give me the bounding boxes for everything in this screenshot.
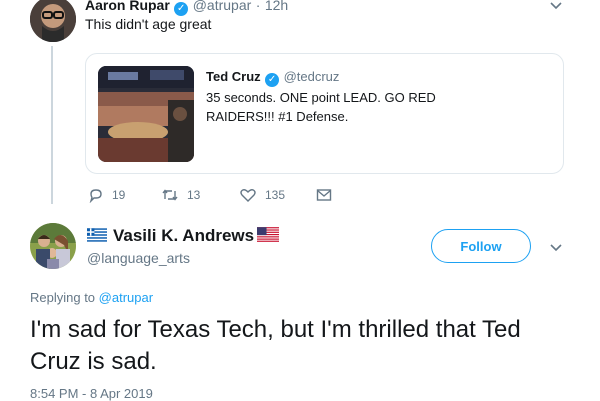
greece-flag-icon <box>87 228 107 242</box>
verified-badge-icon: ✓ <box>174 2 189 16</box>
thread-line <box>51 46 53 204</box>
tweet-text: This didn't age great <box>85 16 212 32</box>
header-separator: · <box>255 0 261 13</box>
retweet-button[interactable]: 13 <box>161 187 200 203</box>
chevron-down-icon[interactable] <box>549 0 563 17</box>
verified-badge-icon: ✓ <box>265 73 280 87</box>
author-handle[interactable]: @atrupar <box>193 0 252 13</box>
like-button[interactable]: 135 <box>239 187 285 203</box>
quoted-tweet[interactable]: Ted Cruz ✓ @tedcruz 35 seconds. ONE poin… <box>85 53 564 174</box>
quoted-tweet-text: 35 seconds. ONE point LEAD. GO RED RAIDE… <box>206 90 436 124</box>
heart-icon <box>240 189 256 202</box>
retweet-icon <box>162 189 178 201</box>
replying-to-link[interactable]: @atrupar <box>99 290 153 305</box>
retweet-count: 13 <box>187 188 201 202</box>
author-avatar[interactable] <box>30 223 76 269</box>
follow-button[interactable]: Follow <box>431 229 531 263</box>
quoted-tweet-image[interactable] <box>98 66 194 162</box>
replying-to-line: Replying to @atrupar <box>30 290 153 305</box>
replying-to-label: Replying to <box>30 290 96 305</box>
quoted-tweet-header: Ted Cruz ✓ @tedcruz <box>206 68 339 87</box>
author-name[interactable]: Vasili K. Andrews <box>113 226 254 246</box>
tweet-time[interactable]: 12h <box>265 0 288 13</box>
tweet-header: Aaron Rupar ✓ @atrupar · 12h <box>85 0 288 16</box>
reply-button[interactable]: 19 <box>88 187 125 203</box>
author-avatar[interactable] <box>30 0 76 42</box>
chevron-down-icon[interactable] <box>549 240 563 259</box>
quoted-author-name: Ted Cruz <box>206 69 261 84</box>
author-name[interactable]: Aaron Rupar <box>85 0 170 13</box>
author-handle[interactable]: @language_arts <box>87 250 190 266</box>
reply-count: 19 <box>112 188 126 202</box>
envelope-icon <box>316 189 332 201</box>
quoted-author-handle: @tedcruz <box>283 69 340 84</box>
tweet-timestamp[interactable]: 8:54 PM - 8 Apr 2019 <box>30 386 153 401</box>
reply-icon <box>89 189 102 203</box>
us-flag-icon <box>257 227 279 242</box>
direct-message-button[interactable] <box>316 187 332 203</box>
main-tweet-text: I'm sad for Texas Tech, but I'm thrilled… <box>30 316 521 375</box>
like-count: 135 <box>265 188 286 202</box>
